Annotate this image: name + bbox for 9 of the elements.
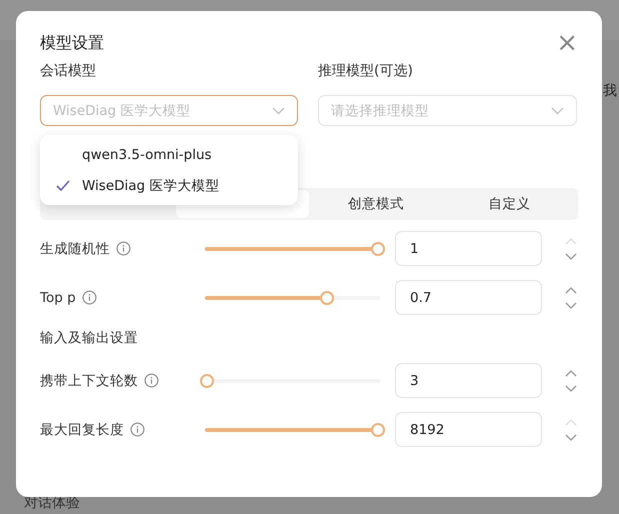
setting-label: Top p [40, 290, 76, 306]
setting-label: 携带上下文轮数 [40, 372, 138, 390]
dialog-title: 模型设置 [40, 32, 104, 54]
field-label: 推理模型(可选) [318, 62, 414, 81]
field-label: 会话模型 [40, 62, 97, 81]
background-text: 我 [603, 82, 617, 100]
setting-label: 最大回复长度 [40, 420, 124, 438]
setting-label: 生成随机性 [40, 240, 110, 258]
section-heading: 输入及输出设置 [40, 329, 139, 348]
